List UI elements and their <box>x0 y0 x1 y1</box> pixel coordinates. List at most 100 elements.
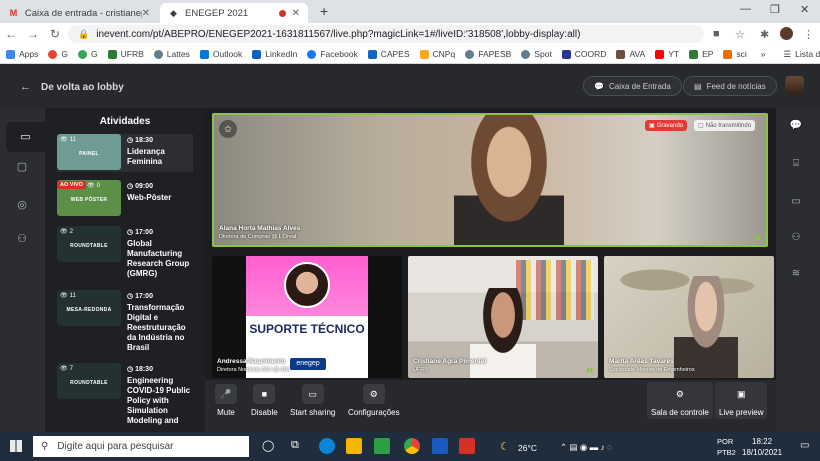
notifications-icon[interactable]: ▭ <box>800 440 809 451</box>
new-tab-button[interactable]: + <box>320 3 328 19</box>
tab-enegep[interactable]: ◆ ENEGEP 2021 ✕ <box>160 3 308 23</box>
sticky-icon[interactable] <box>374 438 390 454</box>
sidebar-item-globe[interactable]: ◎ <box>14 198 30 212</box>
chat-icon[interactable]: 💬 <box>788 120 804 134</box>
reading-list[interactable]: ☰Lista de leitura <box>784 49 820 60</box>
activity-item[interactable]: 👁 11 MESA-REDONDA ◷ 17:00 Transformação D… <box>57 290 193 358</box>
live-preview-button[interactable]: ▣ Live preview <box>715 382 768 419</box>
sidebar-item-activities[interactable]: ▭ <box>6 122 45 152</box>
bookmark-facebook[interactable]: Facebook <box>307 49 358 59</box>
youtube-icon <box>655 49 665 59</box>
activity-item[interactable]: 👁 2 ROUNDTABLE ◷ 17:00 Global Manufacturi… <box>57 226 193 284</box>
edge-icon[interactable] <box>319 438 335 454</box>
word-icon[interactable] <box>432 438 448 454</box>
bookmark-apps[interactable]: Apps <box>6 49 38 59</box>
input-language[interactable]: POR <box>717 437 733 446</box>
weather-icon: ☾ <box>500 441 510 453</box>
bookmark-spot[interactable]: Spot <box>521 49 552 59</box>
chrome-icon[interactable] <box>404 438 420 454</box>
acrobat-icon[interactable] <box>459 438 475 454</box>
people-icon[interactable]: ⚇ <box>788 232 804 246</box>
activity-item[interactable]: 👁 11 PAINEL ◷ 18:30 Liderança Feminina <box>57 134 193 172</box>
control-room-button[interactable]: ⚙ Sala de controle <box>647 382 713 419</box>
participant-tile[interactable]: Marita Arêas Tavares Sociedade Mineira de… <box>604 256 774 378</box>
pin-icon[interactable]: ✩ <box>219 120 237 138</box>
widgets-icon[interactable]: ⧉ <box>291 439 299 452</box>
minimize-icon[interactable]: — <box>740 3 751 15</box>
tab-gmail[interactable]: M Caixa de entrada - cristianepimen ✕ <box>0 3 158 23</box>
activity-name: Global Manufacturing Research Group (GMR… <box>127 239 190 278</box>
poll-icon[interactable]: ▭ <box>788 196 804 210</box>
reload-icon[interactable]: ↻ <box>44 27 66 41</box>
sidebar-item-screen[interactable]: ▢ <box>14 160 30 174</box>
forward-arrow-icon[interactable]: → <box>22 27 44 41</box>
bookmark-cnpq[interactable]: CNPq <box>419 49 455 59</box>
profile-avatar[interactable] <box>780 27 793 40</box>
bookmark-outlook[interactable]: Outlook <box>199 49 242 59</box>
close-icon[interactable]: ✕ <box>292 8 300 19</box>
participant-tile[interactable]: Cristiane Agra Pimentel UFRB ▮▮ <box>408 256 598 378</box>
bookmark-fapesb[interactable]: FAPESB <box>465 49 511 59</box>
support-banner: SUPORTE TÉCNICO <box>246 316 368 342</box>
back-arrow-icon[interactable]: ← <box>0 27 22 41</box>
participant-label: Cristiane Agra Pimentel UFRB <box>413 358 487 373</box>
bookmark-linkedin[interactable]: LinkedIn <box>252 49 297 59</box>
chat-bubble-icon: 💬 <box>594 81 604 91</box>
bookmark-ep[interactable]: EP <box>689 49 713 59</box>
menu-dots-icon[interactable]: ⋮ <box>803 28 814 41</box>
keyboard-layout[interactable]: PTB2 <box>717 448 736 457</box>
qa-icon[interactable]: ⌸ <box>788 158 804 172</box>
mute-button[interactable]: 🎤 Mute <box>215 384 237 417</box>
participant-tile[interactable]: SUPORTE TÉCNICO enegep Andressa Nascimen… <box>212 256 402 378</box>
ep-icon <box>689 49 699 59</box>
taskbar-search-box[interactable]: ⚲ Digite aqui para pesquisar <box>33 436 249 457</box>
disable-camera-button[interactable]: ■ Disable <box>251 384 278 417</box>
star-icon[interactable]: ☆ <box>735 28 745 41</box>
activity-name: Web-Pôster <box>127 193 172 202</box>
maximize-icon[interactable]: ❐ <box>770 3 780 16</box>
layers-icon[interactable]: ≋ <box>788 268 804 282</box>
close-icon[interactable]: ✕ <box>142 8 150 19</box>
task-view-icon[interactable]: ◯ <box>262 439 274 452</box>
bookmark-ufrb[interactable]: UFRB <box>107 49 144 59</box>
bookmarks-more[interactable]: » <box>761 49 766 59</box>
sci-icon <box>723 49 733 59</box>
eye-icon: 👁 <box>87 183 95 189</box>
settings-button[interactable]: ⚙ Configurações <box>348 384 400 417</box>
bookmark-yt[interactable]: YT <box>655 49 679 59</box>
capes-icon <box>367 49 377 59</box>
bookmark-g1[interactable]: G <box>48 49 68 59</box>
activity-thumbnail: AO VIVO 👁 0 WEB PÔSTER <box>57 180 121 216</box>
activity-item[interactable]: AO VIVO 👁 0 WEB PÔSTER ◷ 09:00 Web-Pôster <box>57 180 193 218</box>
sidebar-item-people[interactable]: ⚇ <box>14 232 30 246</box>
inbox-button[interactable]: 💬 Caixa de Entrada <box>583 76 682 96</box>
people-icon: ⚇ <box>17 233 27 245</box>
tray-icons[interactable]: ⌃ ▤ ◉ ▬ ♪ ◌ <box>560 442 612 453</box>
lock-icon: 🔒 <box>78 28 90 39</box>
start-sharing-button[interactable]: ▭ Start sharing <box>290 384 335 417</box>
bookmark-capes[interactable]: CAPES <box>367 49 410 59</box>
back-to-lobby-link[interactable]: ← De volta ao lobby <box>20 81 124 93</box>
bookmark-coord[interactable]: COORD <box>561 49 606 59</box>
enegep-logo: enegep <box>290 358 326 370</box>
weather-temp[interactable]: 26°C <box>518 443 537 453</box>
file-explorer-icon[interactable] <box>346 438 362 454</box>
bookmark-ava[interactable]: AVA <box>616 49 645 59</box>
user-avatar[interactable] <box>785 76 804 95</box>
bookmark-sci[interactable]: sci <box>723 49 747 59</box>
laptop-icon: ▭ <box>20 131 31 143</box>
enegep-favicon-icon: ◆ <box>170 7 177 18</box>
activity-item[interactable]: 👁 7 ROUNDTABLE ◷ 18:30 Engineering COVID-… <box>57 363 193 429</box>
clock-date[interactable]: 18/10/2021 <box>742 448 782 457</box>
clock-time[interactable]: 18:22 <box>752 437 772 446</box>
news-feed-button[interactable]: ▤ Feed de notícias <box>683 76 777 96</box>
bookmark-lattes[interactable]: Lattes <box>153 49 190 59</box>
camera-indicator-icon[interactable]: ■ <box>713 28 720 40</box>
extensions-icon[interactable]: ✱ <box>760 28 769 41</box>
main-speaker-tile[interactable]: ✩ ▣ Gravando ▢ Não transmitindo Alana Hort… <box>212 113 768 247</box>
bookmark-g2[interactable]: G <box>78 49 98 59</box>
url-bar[interactable]: 🔒 inevent.com/pt/ABEPRO/ENEGEP2021-16318… <box>68 25 704 43</box>
windows-start-icon[interactable] <box>10 440 22 452</box>
window-close-icon[interactable]: ✕ <box>800 3 809 16</box>
tab-title: Caixa de entrada - cristianepimen <box>24 7 142 19</box>
